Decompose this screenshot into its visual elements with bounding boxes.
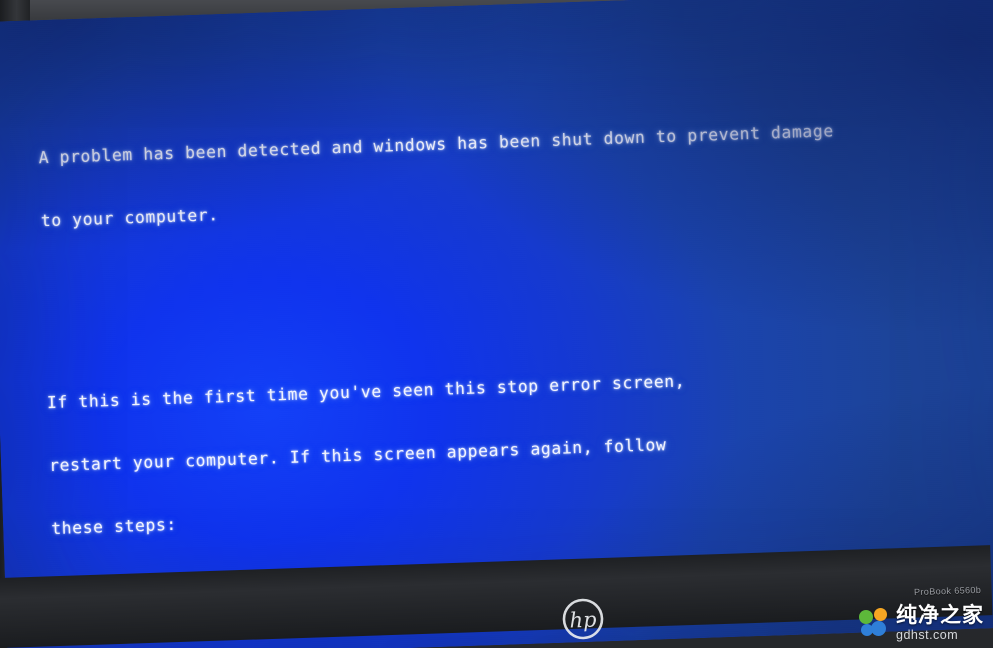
bsod-paragraph-intro: A problem has been detected and windows … xyxy=(37,73,993,274)
bsod-photo-screenshot: A problem has been detected and windows … xyxy=(0,0,993,648)
bsod-paragraph-first-time: If this is the first time you've seen th… xyxy=(45,318,993,582)
hp-logo-icon: hp xyxy=(561,597,604,640)
bsod-line: A problem has been detected and windows … xyxy=(38,121,835,168)
bsod-line: to your computer. xyxy=(40,205,219,231)
site-watermark: 纯净之家 gdhst.com xyxy=(846,598,993,648)
bsod-line: restart your computer. If this screen ap… xyxy=(48,435,667,476)
watermark-brand-name: 纯净之家 xyxy=(896,602,984,627)
watermark-url: gdhst.com xyxy=(896,627,959,642)
svg-text:hp: hp xyxy=(569,608,597,633)
four-dot-logo-icon xyxy=(859,607,889,638)
bsod-line: these steps: xyxy=(50,514,178,539)
bsod-line: If this is the first time you've seen th… xyxy=(46,371,686,413)
